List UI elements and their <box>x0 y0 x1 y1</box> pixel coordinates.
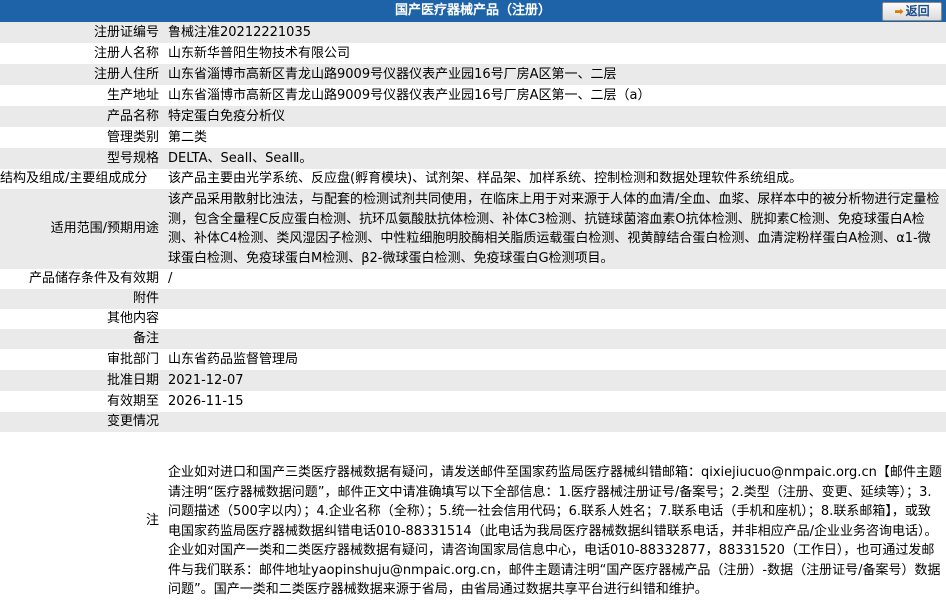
row-changes: 变更情况 <box>0 412 946 432</box>
field-value: 鲁械注准20212221035 <box>165 22 946 43</box>
row-product-name: 产品名称 特定蛋白免疫分析仪 <box>0 106 946 127</box>
page-title-bar: 国产医疗器械产品（注册） ➡ 返回 <box>0 0 946 22</box>
field-value: 特定蛋白免疫分析仪 <box>165 106 946 127</box>
field-value: 2026-11-15 <box>165 391 946 412</box>
detail-table: 注册证编号 鲁械注准20212221035 注册人名称 山东新华普阳生物技术有限… <box>0 22 946 609</box>
arrow-right-icon: ➡ <box>894 5 904 18</box>
row-registrant-name: 注册人名称 山东新华普阳生物技术有限公司 <box>0 43 946 64</box>
field-label: 适用范围/预期用途 <box>0 189 165 269</box>
field-value: 企业如对进口和国产三类医疗器械数据有疑问，请发送邮件至国家药监局医疗器械纠错邮箱… <box>165 432 946 609</box>
field-value: 第二类 <box>165 127 946 148</box>
field-label: 型号规格 <box>0 148 165 169</box>
field-label: 生产地址 <box>0 85 165 106</box>
field-label: 产品储存条件及有效期 <box>0 269 165 289</box>
field-value: 山东省淄博市高新区青龙山路9009号仪器仪表产业园16号厂房A区第一、二层（a） <box>165 85 946 106</box>
row-approval-dept: 审批部门 山东省药品监督管理局 <box>0 349 946 370</box>
page-title: 国产医疗器械产品（注册） <box>394 3 551 18</box>
back-button[interactable]: ➡ 返回 <box>882 2 942 21</box>
field-label: 附件 <box>0 289 165 309</box>
field-value: 山东省药品监督管理局 <box>165 349 946 370</box>
field-label: 注册人名称 <box>0 43 165 64</box>
row-registrant-address: 注册人住所 山东省淄博市高新区青龙山路9009号仪器仪表产业园16号厂房A区第一… <box>0 64 946 85</box>
row-remarks: 备注 <box>0 329 946 349</box>
field-label: 其他内容 <box>0 309 165 329</box>
field-value: 2021-12-07 <box>165 370 946 391</box>
field-label: 注册证编号 <box>0 22 165 43</box>
field-label: 注册人住所 <box>0 64 165 85</box>
field-value: 该产品采用散射比浊法，与配套的检测试剂共同使用，在临床上用于对来源于人体的血清/… <box>165 189 946 269</box>
field-value: / <box>165 269 946 289</box>
row-storage: 产品储存条件及有效期 / <box>0 269 946 289</box>
field-label: 管理类别 <box>0 127 165 148</box>
field-value <box>165 289 946 309</box>
field-label: 有效期至 <box>0 391 165 412</box>
row-production-address: 生产地址 山东省淄博市高新区青龙山路9009号仪器仪表产业园16号厂房A区第一、… <box>0 85 946 106</box>
row-registration-no: 注册证编号 鲁械注准20212221035 <box>0 22 946 43</box>
row-model-spec: 型号规格 DELTA、SealⅠ、SealⅡ。 <box>0 148 946 169</box>
row-structure: 结构及组成/主要组成成分 该产品主要由光学系统、反应盘(孵育模块)、试剂架、样品… <box>0 169 946 189</box>
field-value: 山东省淄博市高新区青龙山路9009号仪器仪表产业园16号厂房A区第一、二层 <box>165 64 946 85</box>
field-value <box>165 412 946 432</box>
field-label: 注 <box>0 432 165 609</box>
row-note: 注 企业如对进口和国产三类医疗器械数据有疑问，请发送邮件至国家药监局医疗器械纠错… <box>0 432 946 609</box>
field-label: 审批部门 <box>0 349 165 370</box>
field-value <box>165 309 946 329</box>
field-value: DELTA、SealⅠ、SealⅡ。 <box>165 148 946 169</box>
row-intended-use: 适用范围/预期用途 该产品采用散射比浊法，与配套的检测试剂共同使用，在临床上用于… <box>0 189 946 269</box>
row-valid-until: 有效期至 2026-11-15 <box>0 391 946 412</box>
field-value <box>165 329 946 349</box>
row-management-class: 管理类别 第二类 <box>0 127 946 148</box>
row-approval-date: 批准日期 2021-12-07 <box>0 370 946 391</box>
field-value: 山东新华普阳生物技术有限公司 <box>165 43 946 64</box>
row-attachment: 附件 <box>0 289 946 309</box>
field-label: 备注 <box>0 329 165 349</box>
field-label: 结构及组成/主要组成成分 <box>0 169 165 189</box>
field-value: 该产品主要由光学系统、反应盘(孵育模块)、试剂架、样品架、加样系统、控制检测和数… <box>165 169 946 189</box>
field-label: 变更情况 <box>0 412 165 432</box>
field-label: 产品名称 <box>0 106 165 127</box>
row-other: 其他内容 <box>0 309 946 329</box>
back-button-label: 返回 <box>905 4 930 18</box>
field-label: 批准日期 <box>0 370 165 391</box>
